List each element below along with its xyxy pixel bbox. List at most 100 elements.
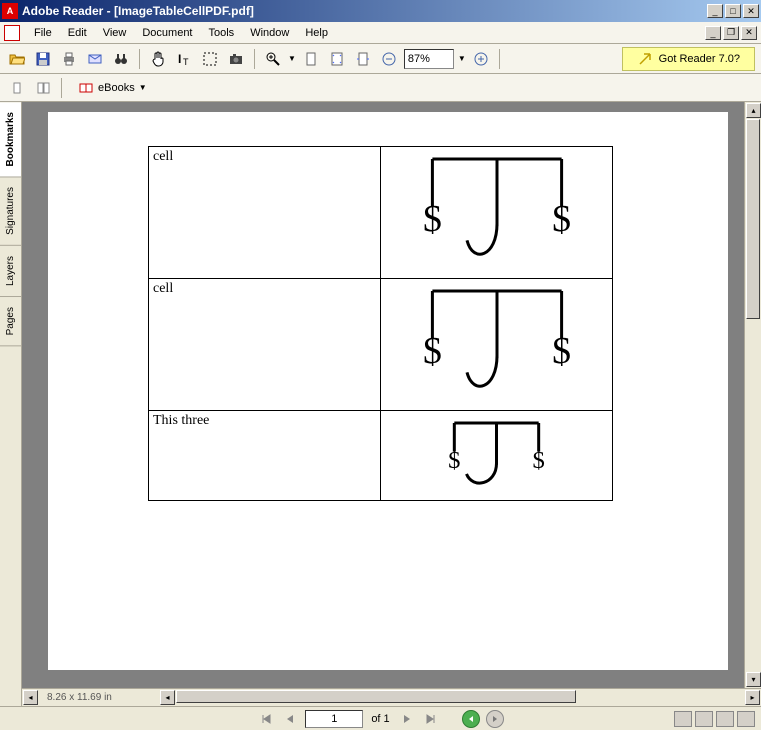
forward-view-button[interactable]: [486, 710, 504, 728]
side-tabs: Bookmarks Signatures Layers Pages: [0, 102, 22, 706]
page-number-input[interactable]: [305, 710, 363, 728]
email-button[interactable]: [84, 48, 106, 70]
single-page-icon: [9, 80, 25, 96]
svg-text:$: $: [422, 330, 441, 372]
zoom-plus-button[interactable]: [470, 48, 492, 70]
actual-size-button[interactable]: [300, 48, 322, 70]
pdf-icon: [4, 25, 20, 41]
statusbar: of 1: [0, 706, 761, 730]
app-icon: A: [2, 3, 18, 19]
vertical-scrollbar[interactable]: ▴ ▾: [744, 102, 761, 688]
next-page-button[interactable]: [398, 710, 416, 728]
zoom-value-dropdown[interactable]: ▼: [458, 54, 466, 63]
menu-window[interactable]: Window: [242, 25, 297, 41]
main-area: Bookmarks Signatures Layers Pages cell $…: [0, 102, 761, 706]
svg-text:$: $: [448, 447, 460, 474]
svg-text:$: $: [552, 330, 571, 372]
continuous-facing-view[interactable]: [737, 711, 755, 727]
binoculars-icon: [113, 51, 129, 67]
menu-edit[interactable]: Edit: [60, 25, 95, 41]
page-single-button[interactable]: [6, 77, 28, 99]
fit-page-icon: [329, 51, 345, 67]
fit-width-button[interactable]: [352, 48, 374, 70]
minimize-button[interactable]: _: [707, 4, 723, 18]
table-cell-image: $ $: [381, 279, 613, 411]
prev-page-button[interactable]: [281, 710, 299, 728]
tab-bookmarks[interactable]: Bookmarks: [0, 102, 21, 177]
tab-signatures[interactable]: Signatures: [0, 177, 21, 246]
scroll-up-button[interactable]: ▴: [746, 103, 761, 118]
logo-image: $ $: [412, 285, 582, 403]
save-button[interactable]: [32, 48, 54, 70]
print-button[interactable]: [58, 48, 80, 70]
table-cell-image: $ $: [381, 147, 613, 279]
horizontal-scroll-row: ◂ 8.26 x 11.69 in ◂ ▸: [22, 688, 761, 706]
menu-file[interactable]: File: [26, 25, 60, 41]
select-button[interactable]: [199, 48, 221, 70]
single-page-view[interactable]: [674, 711, 692, 727]
maximize-button[interactable]: □: [725, 4, 741, 18]
zoom-out-button[interactable]: [378, 48, 400, 70]
fit-width-icon: [355, 51, 371, 67]
open-button[interactable]: [6, 48, 28, 70]
doc-restore-button[interactable]: ❐: [723, 26, 739, 40]
titlebar: A Adobe Reader - [ImageTableCellPDF.pdf]…: [0, 0, 761, 22]
svg-text:$: $: [533, 447, 545, 474]
got-reader-label: Got Reader 7.0?: [659, 53, 740, 65]
tab-pages[interactable]: Pages: [0, 297, 21, 346]
document-table: cell $ $ cell $ $ This three $ $: [148, 146, 613, 501]
scroll-left-button[interactable]: ◂: [160, 690, 175, 705]
arrow-right-icon: [490, 714, 500, 724]
ebooks-label: eBooks: [98, 82, 135, 94]
table-cell-image: $ $: [381, 411, 613, 501]
table-cell-text: This three: [149, 411, 381, 501]
envelope-icon: [87, 51, 103, 67]
zoom-in-icon: [265, 51, 281, 67]
back-view-button[interactable]: [462, 710, 480, 728]
logo-image: $ $: [412, 153, 582, 271]
multi-page-icon: [35, 80, 51, 96]
text-cursor-icon: IT: [176, 51, 192, 67]
scroll-right-button[interactable]: ▸: [745, 690, 760, 705]
document-container: cell $ $ cell $ $ This three $ $: [22, 102, 761, 706]
fit-page-button[interactable]: [326, 48, 348, 70]
svg-text:$: $: [422, 198, 441, 240]
facing-view[interactable]: [716, 711, 734, 727]
scroll-left-small[interactable]: ◂: [23, 690, 38, 705]
next-icon: [401, 713, 413, 725]
zoom-dropdown[interactable]: ▼: [288, 54, 296, 63]
text-select-button[interactable]: IT: [173, 48, 195, 70]
ebooks-button[interactable]: eBooks ▼: [69, 77, 156, 99]
doc-close-button[interactable]: ✕: [741, 26, 757, 40]
printer-icon: [61, 51, 77, 67]
hand-tool-button[interactable]: [147, 48, 169, 70]
menu-help[interactable]: Help: [297, 25, 336, 41]
search-button[interactable]: [110, 48, 132, 70]
window-title: Adobe Reader - [ImageTableCellPDF.pdf]: [22, 4, 707, 18]
ebook-icon: [78, 80, 94, 96]
close-button[interactable]: ✕: [743, 4, 759, 18]
scroll-thumb-vertical[interactable]: [746, 119, 760, 319]
last-page-button[interactable]: [422, 710, 440, 728]
menu-document[interactable]: Document: [134, 25, 200, 41]
first-page-button[interactable]: [257, 710, 275, 728]
folder-open-icon: [9, 51, 25, 67]
page-multi-button[interactable]: [32, 77, 54, 99]
page-size-label: 8.26 x 11.69 in: [39, 692, 159, 703]
menu-view[interactable]: View: [95, 25, 135, 41]
scroll-down-button[interactable]: ▾: [746, 672, 761, 687]
doc-minimize-button[interactable]: _: [705, 26, 721, 40]
menu-tools[interactable]: Tools: [201, 25, 243, 41]
continuous-view[interactable]: [695, 711, 713, 727]
snapshot-button[interactable]: [225, 48, 247, 70]
tab-layers[interactable]: Layers: [0, 246, 21, 297]
zoom-in-button[interactable]: [262, 48, 284, 70]
got-reader-banner[interactable]: Got Reader 7.0?: [622, 47, 755, 71]
main-toolbar: IT ▼ ▼ Got Reader 7.0?: [0, 44, 761, 74]
chevron-down-icon: ▼: [139, 83, 147, 92]
pdf-page: cell $ $ cell $ $ This three $ $: [48, 112, 728, 670]
page-actual-icon: [303, 51, 319, 67]
zoom-input[interactable]: [404, 49, 454, 69]
secondary-toolbar: eBooks ▼: [0, 74, 761, 102]
scroll-thumb-horizontal[interactable]: [176, 690, 576, 703]
